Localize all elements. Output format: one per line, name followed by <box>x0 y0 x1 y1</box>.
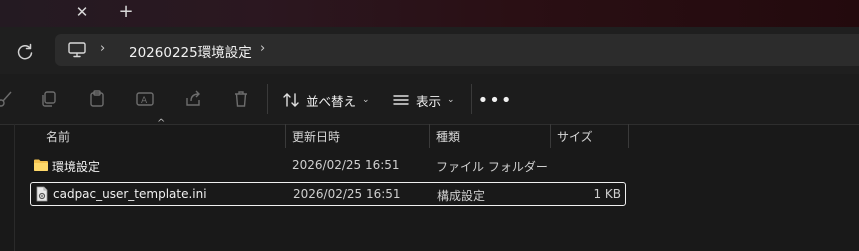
column-header-type[interactable]: 種類 <box>436 128 460 145</box>
column-divider[interactable] <box>285 124 286 148</box>
view-button[interactable]: 表示 ⌄ <box>392 88 455 112</box>
folder-icon <box>34 159 48 171</box>
column-divider[interactable] <box>550 124 551 148</box>
svg-text:A: A <box>141 96 148 106</box>
file-name: 環境設定 <box>52 160 101 174</box>
this-pc-icon[interactable] <box>67 41 87 59</box>
sort-caret-icon: ^ <box>157 118 166 129</box>
chevron-down-icon: ⌄ <box>362 95 370 105</box>
column-divider[interactable] <box>429 124 430 148</box>
toolbar-divider <box>471 84 472 114</box>
navigation-pane-edge <box>0 124 15 251</box>
column-header-size[interactable]: サイズ <box>557 128 593 145</box>
file-row-selected[interactable]: cadpac_user_template.ini 2026/02/25 16:5… <box>30 182 626 206</box>
copy-icon[interactable] <box>40 90 58 108</box>
close-tab-button[interactable]: ✕ <box>72 2 92 22</box>
column-header-name[interactable]: 名前 <box>46 128 70 145</box>
sort-icon <box>283 93 299 107</box>
share-icon[interactable] <box>184 90 202 108</box>
sort-label: 並べ替え <box>306 93 357 109</box>
view-label: 表示 <box>416 93 442 109</box>
file-size: 1 KB <box>593 187 621 201</box>
column-divider[interactable] <box>628 124 629 148</box>
file-type: 構成設定 <box>437 189 486 203</box>
rename-icon[interactable]: A <box>136 90 154 108</box>
paste-icon[interactable] <box>88 90 106 108</box>
view-list-icon <box>393 95 409 105</box>
file-row[interactable]: 環境設定 2026/02/25 16:51 ファイル フォルダー <box>30 154 626 178</box>
sort-button[interactable]: 並べ替え ⌄ <box>282 88 370 112</box>
breadcrumb-chevron-icon[interactable]: › <box>260 41 265 56</box>
cut-icon[interactable] <box>0 90 14 108</box>
file-type: ファイル フォルダー <box>436 160 548 174</box>
more-options-button[interactable]: ••• <box>478 88 512 112</box>
delete-icon[interactable] <box>232 90 250 108</box>
new-tab-button[interactable]: + <box>116 1 136 22</box>
file-modified: 2026/02/25 16:51 <box>292 158 400 172</box>
chevron-down-icon: ⌄ <box>447 95 455 105</box>
column-header-modified[interactable]: 更新日時 <box>292 128 340 145</box>
breadcrumb-current-folder[interactable]: 20260225環境設定 <box>129 41 252 61</box>
refresh-icon[interactable] <box>14 41 36 63</box>
file-name: cadpac_user_template.ini <box>53 187 207 201</box>
breadcrumb-chevron-icon[interactable]: › <box>100 41 105 56</box>
file-modified: 2026/02/25 16:51 <box>293 187 401 201</box>
ini-file-icon <box>36 186 48 202</box>
toolbar-divider <box>267 84 268 114</box>
